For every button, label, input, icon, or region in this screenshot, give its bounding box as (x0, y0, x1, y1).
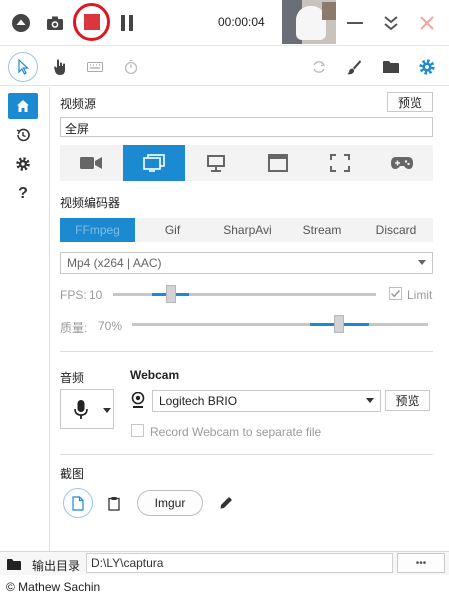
history-icon[interactable] (8, 122, 38, 148)
tab-discard[interactable]: Discard (359, 218, 433, 242)
quality-value: 70% (98, 319, 123, 333)
gear-icon[interactable] (416, 57, 438, 77)
record-separate-label: Record Webcam to separate file (150, 425, 322, 439)
tab-ffmpeg[interactable]: FFmpeg (60, 218, 135, 242)
camera-source-icon[interactable] (60, 145, 122, 181)
webcam-heading: Webcam (130, 368, 180, 382)
camera-icon[interactable] (44, 13, 66, 33)
webcam-preview-thumbnail (282, 0, 336, 44)
divider (60, 351, 433, 352)
encoder-heading: 视频编码器 (60, 196, 121, 210)
fps-value: 10 (89, 288, 103, 302)
webcam-device-value: Logitech BRIO (159, 394, 238, 408)
keyboard-icon[interactable] (85, 58, 105, 76)
minimize-icon[interactable] (345, 14, 365, 32)
tab-sharpavi[interactable]: SharpAvi (210, 218, 285, 242)
output-path-field[interactable]: D:\LY\captura (86, 553, 393, 573)
recording-timer: 00:00:04 (218, 15, 265, 29)
video-format-value: Mp4 (x264 | AAC) (67, 256, 162, 270)
video-source-heading: 视频源 (60, 97, 97, 111)
limit-label: Limit (407, 288, 433, 302)
settings-icon[interactable] (8, 151, 38, 177)
video-format-dropdown[interactable]: Mp4 (x264 | AAC) (60, 252, 433, 274)
clipboard-icon[interactable] (105, 494, 123, 512)
more-button[interactable]: ••• (397, 553, 445, 573)
eject-icon[interactable] (10, 12, 32, 34)
close-icon[interactable] (417, 12, 437, 34)
webcam-preview-button[interactable]: 预览 (385, 390, 430, 411)
limit-checkbox[interactable] (389, 287, 402, 300)
folder-icon[interactable] (380, 57, 402, 77)
source-preview-button[interactable]: 预览 (387, 92, 433, 112)
copyright-text: © Mathew Sachin (6, 580, 101, 594)
quality-label: 质量: (60, 321, 88, 335)
pause-icon[interactable] (117, 12, 137, 34)
imgur-button[interactable]: Imgur (137, 490, 203, 516)
source-type-selector (60, 145, 433, 181)
source-name-field[interactable]: 全屏 (60, 117, 433, 137)
tool-row (0, 48, 449, 86)
left-nav: ? (0, 87, 50, 551)
cursor-icon[interactable] (8, 52, 38, 82)
webcam-device-dropdown[interactable]: Logitech BRIO (152, 390, 381, 412)
chevron-down-icon (418, 260, 426, 265)
top-toolbar: 00:00:04 (0, 0, 449, 46)
fps-slider-thumb[interactable] (165, 285, 176, 303)
hand-icon[interactable] (50, 56, 70, 78)
refresh-icon[interactable] (309, 57, 329, 77)
footer: © Mathew Sachin (0, 576, 449, 596)
help-icon[interactable]: ? (8, 181, 38, 207)
region-source-icon[interactable] (309, 145, 371, 181)
pencil-icon[interactable] (217, 494, 235, 512)
fps-label: FPS: (60, 288, 87, 302)
brush-icon[interactable] (344, 57, 364, 77)
home-icon[interactable] (8, 93, 38, 119)
record-separate-checkbox[interactable] (131, 424, 144, 437)
quality-slider[interactable] (132, 315, 428, 333)
save-to-file-icon[interactable] (63, 488, 93, 518)
tab-stream[interactable]: Stream (285, 218, 359, 242)
microphone-dropdown[interactable] (60, 389, 114, 429)
webcam-icon (130, 391, 146, 409)
microphone-icon (71, 398, 91, 422)
gamepad-source-icon[interactable] (371, 145, 433, 181)
divider (60, 454, 433, 455)
folder-icon[interactable] (5, 556, 23, 572)
encoder-tabs: FFmpeg Gif SharpAvi Stream Discard (60, 218, 433, 242)
window-source-icon[interactable] (247, 145, 309, 181)
tab-gif[interactable]: Gif (135, 218, 210, 242)
audio-heading: 音频 (60, 371, 85, 385)
chevron-down-icon (366, 398, 374, 403)
fps-slider[interactable] (113, 285, 376, 303)
screen-source-icon[interactable] (123, 145, 185, 181)
output-directory-label: 输出目录 (32, 559, 81, 573)
timer-icon[interactable] (121, 57, 141, 77)
output-bar: 输出目录 D:\LY\captura ••• (0, 551, 449, 575)
collapse-icon[interactable] (381, 12, 401, 34)
screenshot-heading: 截图 (60, 467, 85, 481)
stop-button[interactable] (72, 2, 112, 42)
monitor-source-icon[interactable] (185, 145, 247, 181)
quality-slider-thumb[interactable] (334, 315, 345, 333)
chevron-down-icon (103, 408, 111, 413)
